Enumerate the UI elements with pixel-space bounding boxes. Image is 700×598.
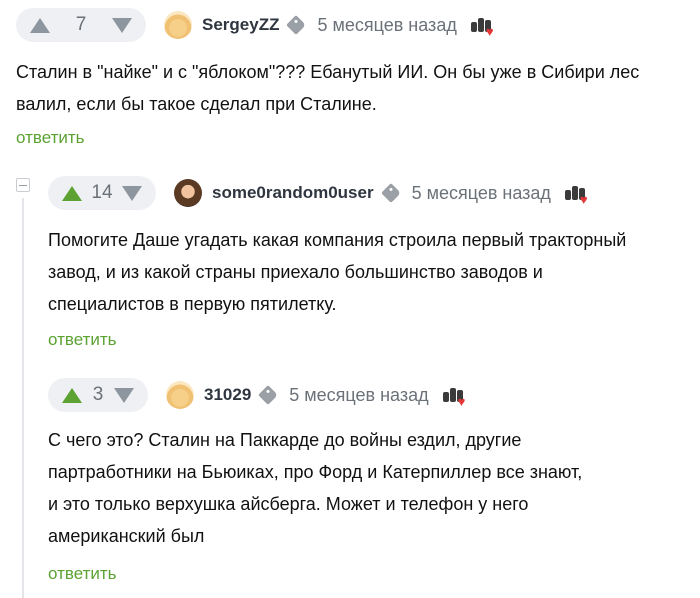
comment-text: С чего это? Сталин на Паккарде до войны … [48,424,582,552]
comment-text: Помогите Даше угадать какая компания стр… [48,224,626,320]
text-line: и это только верхушка айсберга. Может и … [48,494,529,514]
vote-box: 14 [48,176,156,210]
bear-avatar[interactable] [166,381,194,409]
text-line: Сталин в "найке" и с "яблоком"??? Ебанут… [16,62,640,82]
text-line: американский был [48,526,205,546]
comment-header: 7 SergeyZZ 5 месяцев назад ♥ [16,8,499,42]
text-line: партработники на Бьюиках, про Форд и Кат… [48,462,583,482]
thread-line[interactable] [22,198,24,598]
text-line: завод, и из какой страны приехало больши… [48,262,543,282]
comment-text: Сталин в "найке" и с "яблоком"??? Ебанут… [16,56,639,120]
award-icon[interactable]: ♥ [469,12,499,38]
comment-header: 3 31029 5 месяцев назад ♥ [48,378,471,412]
text-line: валил, если бы такое сделал при Сталине. [16,94,377,114]
reply-link[interactable]: ответить [16,128,85,148]
tag-icon[interactable] [286,15,307,35]
username[interactable]: some0random0user [212,183,374,203]
award-icon[interactable]: ♥ [441,382,471,408]
vote-box: 7 [16,8,146,42]
upvote-icon[interactable] [30,17,50,33]
face-avatar[interactable] [174,179,202,207]
tag-icon[interactable] [258,385,279,405]
upvote-icon[interactable] [62,387,82,403]
reply-link[interactable]: ответить [48,330,117,350]
downvote-icon[interactable] [113,387,134,403]
vote-count: 14 [91,182,113,203]
timestamp[interactable]: 5 месяцев назад [317,15,456,36]
downvote-icon[interactable] [111,17,132,33]
upvote-icon[interactable] [62,185,82,201]
award-icon[interactable]: ♥ [563,180,593,206]
text-line: специалистов в первую пятилетку. [48,294,337,314]
vote-count: 7 [75,14,87,35]
downvote-icon[interactable] [121,185,142,201]
username[interactable]: 31029 [204,385,251,405]
timestamp[interactable]: 5 месяцев назад [412,183,551,204]
username[interactable]: SergeyZZ [202,15,279,35]
tag-icon[interactable] [380,183,401,203]
vote-box: 3 [48,378,148,412]
text-line: Помогите Даше угадать какая компания стр… [48,230,627,250]
bear-avatar[interactable] [164,11,192,39]
text-line: С чего это? Сталин на Паккарде до войны … [48,430,522,450]
comment-header: 14 some0random0user 5 месяцев назад ♥ [48,176,593,210]
collapse-thread-button[interactable] [16,178,30,192]
timestamp[interactable]: 5 месяцев назад [289,385,428,406]
reply-link[interactable]: ответить [48,564,117,584]
vote-count: 3 [92,384,104,405]
